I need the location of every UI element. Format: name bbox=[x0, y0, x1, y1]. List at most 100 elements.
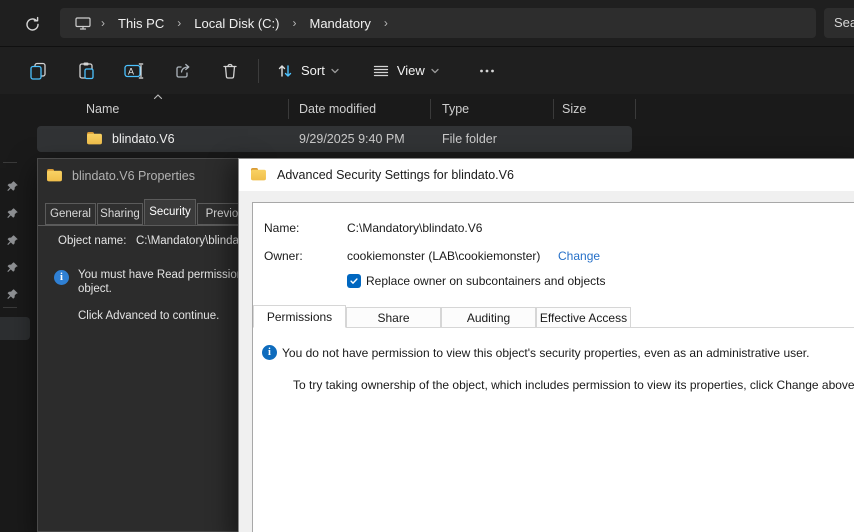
tab-strip-line bbox=[631, 327, 854, 328]
share-button[interactable] bbox=[164, 54, 200, 88]
breadcrumb-chevron: › bbox=[92, 16, 114, 30]
pin-icon bbox=[6, 261, 19, 274]
object-name-label: Object name: bbox=[58, 235, 126, 247]
pin-icon bbox=[6, 234, 19, 247]
properties-title: blindato.V6 Properties bbox=[72, 169, 195, 183]
toolbar-divider bbox=[258, 59, 259, 83]
tab-share[interactable]: Share bbox=[346, 307, 441, 328]
delete-icon bbox=[220, 61, 240, 81]
advanced-title: Advanced Security Settings for blindato.… bbox=[277, 168, 514, 182]
change-owner-link[interactable]: Change bbox=[558, 249, 600, 263]
tab-label: Auditing bbox=[467, 311, 510, 325]
tab-label: Permissions bbox=[267, 310, 332, 324]
pin-icon bbox=[6, 180, 19, 193]
properties-security-pane: Object name: C:\Mandatory\blindat i You … bbox=[38, 225, 249, 532]
svg-text:A: A bbox=[128, 66, 134, 76]
navpane-selected-item[interactable] bbox=[0, 317, 30, 340]
pin-icon bbox=[6, 207, 19, 220]
refresh-button[interactable] bbox=[20, 12, 44, 36]
see-more-button[interactable] bbox=[469, 54, 505, 88]
object-name-value: C:\Mandatory\blindat bbox=[136, 235, 242, 247]
properties-titlebar[interactable]: blindato.V6 Properties bbox=[38, 159, 247, 193]
sort-button[interactable]: Sort bbox=[269, 54, 347, 88]
tab-label: Sharing bbox=[100, 208, 140, 220]
copy-icon bbox=[28, 61, 48, 81]
replace-owner-checkbox[interactable] bbox=[347, 274, 361, 288]
search-input[interactable]: Sea bbox=[824, 8, 854, 38]
rename-button[interactable]: A bbox=[116, 54, 152, 88]
owner-value: cookiemonster (LAB\cookiemonster) bbox=[347, 249, 540, 263]
column-header-name[interactable]: Name bbox=[86, 102, 119, 116]
file-date-modified: 9/29/2025 9:40 PM bbox=[299, 132, 405, 146]
tab-sharing[interactable]: Sharing bbox=[97, 203, 143, 225]
advanced-security-dialog: Advanced Security Settings for blindato.… bbox=[238, 158, 854, 532]
column-divider[interactable] bbox=[635, 99, 636, 119]
view-icon bbox=[371, 61, 391, 81]
tab-permissions[interactable]: Permissions bbox=[253, 305, 346, 328]
column-header-type[interactable]: Type bbox=[442, 102, 469, 116]
tab-general[interactable]: General bbox=[45, 203, 96, 225]
column-header-date-modified[interactable]: Date modified bbox=[299, 102, 376, 116]
pin-icon bbox=[6, 288, 19, 301]
navigation-pane bbox=[0, 94, 36, 532]
tab-label: General bbox=[50, 208, 91, 220]
navpane-divider bbox=[3, 307, 17, 308]
sort-icon bbox=[275, 61, 295, 81]
view-label: View bbox=[397, 63, 425, 78]
paste-icon bbox=[76, 61, 96, 81]
info-icon: i bbox=[262, 345, 277, 360]
explorer-toolbar: A Sort bbox=[0, 46, 854, 94]
column-divider[interactable] bbox=[553, 99, 554, 119]
folder-icon bbox=[87, 132, 102, 144]
read-permission-text-line2: object. bbox=[78, 283, 112, 295]
tab-label: Security bbox=[149, 206, 191, 218]
advanced-titlebar[interactable]: Advanced Security Settings for blindato.… bbox=[239, 159, 854, 191]
breadcrumb-chevron[interactable]: › bbox=[283, 16, 305, 30]
this-pc-icon bbox=[74, 15, 92, 31]
explorer-topbar: › This PC › Local Disk (C:) › Mandatory … bbox=[0, 0, 854, 46]
breadcrumb-this-pc[interactable]: This PC bbox=[114, 16, 168, 31]
breadcrumb-chevron[interactable]: › bbox=[168, 16, 190, 30]
read-permission-text-line1: You must have Read permissions bbox=[78, 269, 249, 281]
paste-button[interactable] bbox=[68, 54, 104, 88]
advanced-content-panel: Name: C:\Mandatory\blindato.V6 Owner: co… bbox=[252, 202, 854, 532]
file-type: File folder bbox=[442, 132, 497, 146]
folder-icon bbox=[251, 168, 266, 180]
navpane-divider bbox=[3, 162, 17, 163]
refresh-icon bbox=[24, 16, 41, 33]
ellipsis-icon bbox=[477, 61, 497, 81]
folder-icon bbox=[47, 169, 62, 181]
sort-ascending-icon bbox=[152, 93, 164, 101]
no-permission-text: You do not have permission to view this … bbox=[282, 346, 809, 360]
name-value: C:\Mandatory\blindato.V6 bbox=[347, 221, 482, 235]
file-name: blindato.V6 bbox=[112, 132, 175, 146]
tab-label: Share bbox=[377, 311, 409, 325]
info-icon: i bbox=[54, 270, 69, 285]
copy-button[interactable] bbox=[20, 54, 56, 88]
desktop-screenshot: › This PC › Local Disk (C:) › Mandatory … bbox=[0, 0, 854, 532]
column-header-size[interactable]: Size bbox=[562, 102, 586, 116]
tab-label: Effective Access bbox=[540, 311, 627, 325]
file-row-blindato[interactable]: blindato.V6 9/29/2025 9:40 PM File folde… bbox=[37, 126, 632, 152]
checkmark-icon bbox=[349, 276, 359, 286]
tab-effective-access[interactable]: Effective Access bbox=[536, 307, 631, 328]
breadcrumb-local-disk[interactable]: Local Disk (C:) bbox=[190, 16, 283, 31]
column-divider[interactable] bbox=[288, 99, 289, 119]
replace-owner-label: Replace owner on subcontainers and objec… bbox=[366, 274, 605, 288]
address-bar[interactable]: › This PC › Local Disk (C:) › Mandatory … bbox=[60, 8, 816, 38]
share-icon bbox=[172, 61, 192, 81]
rename-icon: A bbox=[123, 61, 145, 81]
tab-security[interactable]: Security bbox=[144, 199, 196, 225]
tab-auditing[interactable]: Auditing bbox=[441, 307, 536, 328]
delete-button[interactable] bbox=[212, 54, 248, 88]
take-ownership-text: To try taking ownership of the object, w… bbox=[293, 378, 854, 392]
chevron-down-icon bbox=[329, 65, 341, 77]
breadcrumb-mandatory[interactable]: Mandatory bbox=[305, 16, 374, 31]
sort-label: Sort bbox=[301, 63, 325, 78]
column-header-row: Name Date modified Type Size bbox=[0, 94, 854, 124]
name-label: Name: bbox=[264, 221, 299, 235]
breadcrumb-chevron[interactable]: › bbox=[375, 16, 397, 30]
view-button[interactable]: View bbox=[365, 54, 447, 88]
column-divider[interactable] bbox=[430, 99, 431, 119]
click-advanced-hint: Click Advanced to continue. bbox=[78, 310, 219, 322]
